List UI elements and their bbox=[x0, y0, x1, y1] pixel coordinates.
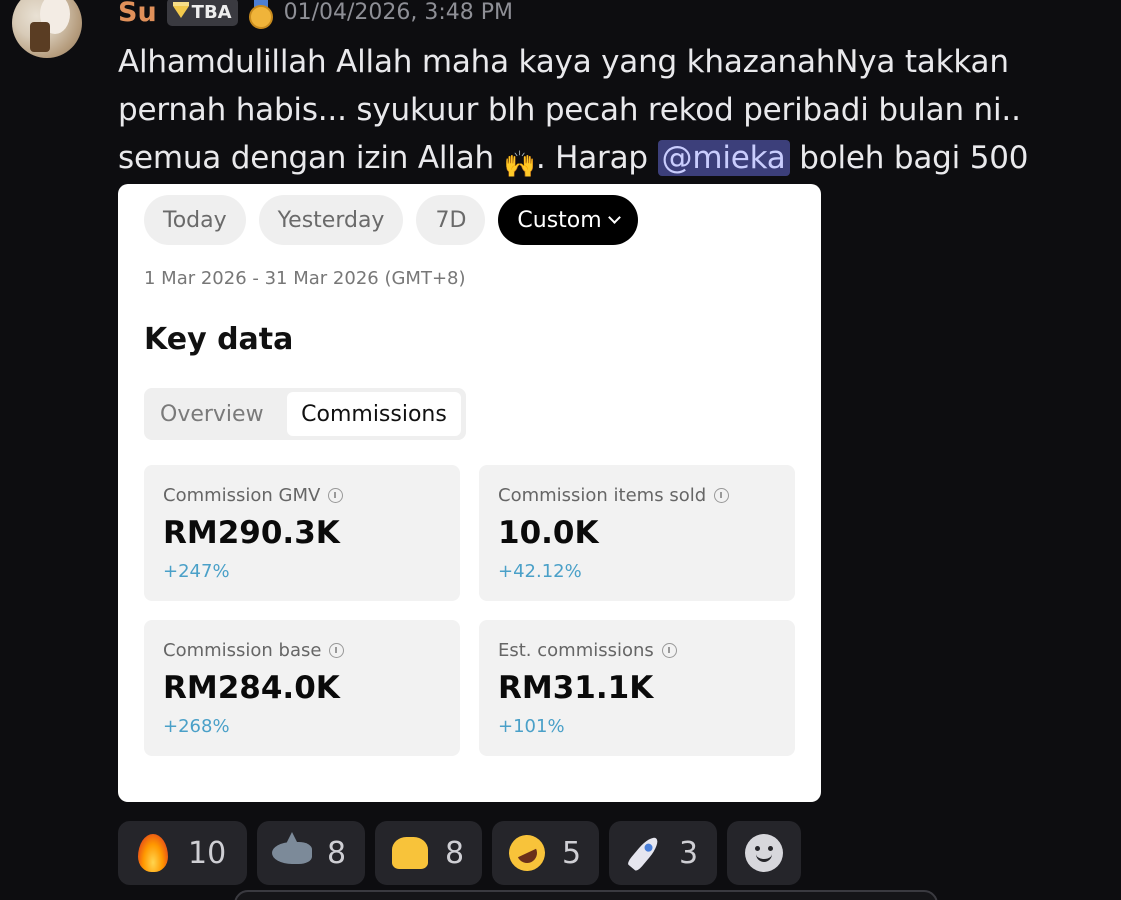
reaction-rofl[interactable]: 5 bbox=[492, 821, 599, 885]
reaction-fire[interactable]: 10 bbox=[118, 821, 247, 885]
reaction-count: 3 bbox=[679, 835, 699, 871]
fire-icon bbox=[132, 832, 174, 874]
message-header: Su TBA 01/04/2026, 3:48 PM bbox=[118, 0, 513, 32]
reaction-shark[interactable]: 8 bbox=[257, 821, 365, 885]
metric-change: +101% bbox=[498, 716, 565, 737]
reaction-raising-hands[interactable]: 8 bbox=[375, 821, 482, 885]
metric-commission-base[interactable]: Commission base RM284.0K +268% bbox=[144, 620, 460, 756]
reaction-count: 5 bbox=[562, 835, 582, 871]
date-range: 1 Mar 2026 - 31 Mar 2026 (GMT+8) bbox=[144, 268, 466, 289]
avatar[interactable] bbox=[12, 0, 82, 58]
metric-change: +42.12% bbox=[498, 561, 582, 582]
screenshot-card[interactable]: Today Yesterday 7D Custom 1 Mar 2026 - 3… bbox=[118, 184, 821, 802]
metric-label-text: Commission GMV bbox=[163, 485, 321, 506]
metric-label: Commission base bbox=[163, 640, 345, 661]
metric-value: RM31.1K bbox=[498, 670, 654, 706]
filter-custom-label: Custom bbox=[517, 207, 602, 233]
message-input-bar[interactable] bbox=[234, 890, 938, 900]
medal-icon bbox=[248, 0, 274, 29]
metric-value: 10.0K bbox=[498, 515, 599, 551]
metric-change: +247% bbox=[163, 561, 230, 582]
metric-label: Commission items sold bbox=[498, 485, 730, 506]
raising-hands-icon bbox=[389, 832, 431, 874]
reactions-bar: 10 8 8 5 3 bbox=[118, 821, 801, 885]
metric-value: RM290.3K bbox=[163, 515, 340, 551]
raising-hands-emoji-icon: 🙌 bbox=[503, 150, 536, 180]
info-icon[interactable] bbox=[714, 488, 730, 503]
user-mention[interactable]: @mieka bbox=[657, 140, 790, 176]
message-text-part-2: . Harap bbox=[535, 140, 658, 176]
metric-est-commissions[interactable]: Est. commissions RM31.1K +101% bbox=[479, 620, 795, 756]
chevron-down-icon bbox=[607, 210, 621, 224]
filter-today[interactable]: Today bbox=[144, 195, 246, 245]
rofl-icon bbox=[503, 829, 551, 877]
metric-commission-items-sold[interactable]: Commission items sold 10.0K +42.12% bbox=[479, 465, 795, 601]
data-tabs: Overview Commissions bbox=[144, 388, 466, 440]
metric-change: +268% bbox=[163, 716, 230, 737]
filter-7d[interactable]: 7D bbox=[416, 195, 486, 245]
user-tag-label: TBA bbox=[191, 1, 232, 23]
reaction-count: 8 bbox=[327, 835, 347, 871]
timestamp: 01/04/2026, 3:48 PM bbox=[283, 0, 514, 25]
metric-commission-gmv[interactable]: Commission GMV RM290.3K +247% bbox=[144, 465, 460, 601]
info-icon[interactable] bbox=[661, 643, 677, 658]
username[interactable]: Su bbox=[118, 0, 157, 28]
info-icon[interactable] bbox=[329, 643, 345, 658]
tab-commissions[interactable]: Commissions bbox=[287, 392, 461, 436]
gem-icon bbox=[172, 2, 189, 18]
metric-label: Est. commissions bbox=[498, 640, 677, 661]
metric-label: Commission GMV bbox=[163, 485, 344, 506]
avatar-bottle bbox=[30, 22, 50, 52]
add-reaction-icon bbox=[743, 832, 785, 874]
metric-label-text: Commission items sold bbox=[498, 485, 707, 506]
section-title: Key data bbox=[144, 322, 294, 357]
filter-custom[interactable]: Custom bbox=[498, 195, 638, 245]
metric-label-text: Commission base bbox=[163, 640, 322, 661]
add-reaction-button[interactable] bbox=[727, 821, 801, 885]
metric-label-text: Est. commissions bbox=[498, 640, 654, 661]
filter-yesterday[interactable]: Yesterday bbox=[258, 195, 404, 245]
reaction-count: 10 bbox=[188, 835, 227, 871]
tab-overview[interactable]: Overview bbox=[160, 392, 264, 436]
shark-icon bbox=[271, 832, 313, 874]
metric-value: RM284.0K bbox=[163, 670, 340, 706]
rocket-icon bbox=[623, 832, 665, 874]
date-filter-pills: Today Yesterday 7D Custom bbox=[144, 195, 638, 245]
reaction-rocket[interactable]: 3 bbox=[609, 821, 717, 885]
reaction-count: 8 bbox=[445, 835, 465, 871]
chat-message: Su TBA 01/04/2026, 3:48 PM Alhamdulillah… bbox=[0, 0, 1121, 900]
user-tag[interactable]: TBA bbox=[166, 0, 238, 26]
info-icon[interactable] bbox=[328, 488, 344, 503]
